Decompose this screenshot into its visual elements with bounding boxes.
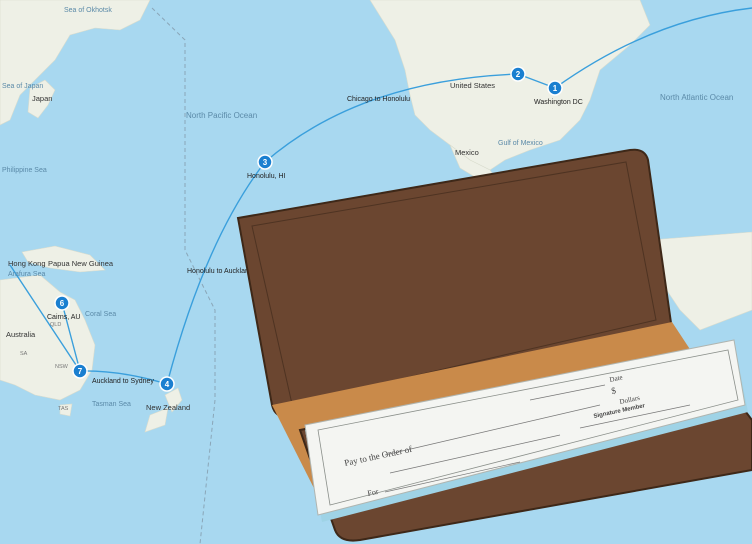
papua-new-guinea-label: Papua New Guinea bbox=[48, 259, 114, 268]
marker-6-number: 6 bbox=[60, 299, 65, 308]
sea-of-okhotsk-label: Sea of Okhotsk bbox=[64, 7, 112, 14]
australia-label: Australia bbox=[6, 330, 36, 339]
marker-1-label: Washington DC bbox=[534, 99, 583, 106]
north-atlantic-label: North Atlantic Ocean bbox=[660, 93, 733, 102]
mexico-label: Mexico bbox=[455, 148, 479, 157]
arafura-sea-label: Arafura Sea bbox=[8, 271, 45, 278]
hong-kong-label: Hong Kong bbox=[8, 259, 46, 268]
japan-label: Japan bbox=[32, 94, 52, 103]
tas-label: TAS bbox=[58, 406, 69, 412]
marker-6-label: Cairns, AU bbox=[47, 314, 80, 321]
marker-4-label: Honolulu to Auckland bbox=[187, 268, 253, 275]
marker-4-number: 4 bbox=[165, 380, 170, 389]
philippine-sea-label: Philippine Sea bbox=[2, 167, 47, 174]
marker-7-label: Auckland to Sydney bbox=[92, 378, 154, 385]
tasman-sea-label: Tasman Sea bbox=[92, 401, 131, 408]
sea-of-japan-label: Sea of Japan bbox=[2, 83, 43, 90]
marker-1-number: 1 bbox=[553, 84, 558, 93]
nsw-label: NSW bbox=[55, 364, 69, 370]
qld-label: QLD bbox=[50, 322, 61, 328]
coral-sea-label: Coral Sea bbox=[85, 311, 116, 318]
new-zealand-label: New Zealand bbox=[146, 403, 190, 412]
north-pacific-label: North Pacific Ocean bbox=[186, 111, 257, 120]
gulf-of-mexico-label: Gulf of Mexico bbox=[498, 140, 543, 147]
sa-label: SA bbox=[20, 351, 28, 357]
map-collage: North Pacific Ocean North Atlantic Ocean… bbox=[0, 0, 752, 544]
marker-2-number: 2 bbox=[516, 70, 521, 79]
marker-3-number: 3 bbox=[263, 158, 268, 167]
marker-7-number: 7 bbox=[78, 367, 83, 376]
united-states-label: United States bbox=[450, 81, 495, 90]
marker-2-label: Chicago to Honolulu bbox=[347, 96, 410, 103]
marker-3-label: Honolulu, HI bbox=[247, 173, 286, 180]
